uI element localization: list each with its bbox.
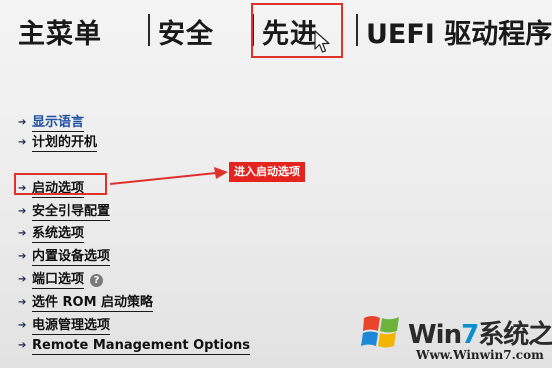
mouse-pointer-icon: [314, 30, 330, 53]
windows-logo-icon: [361, 316, 399, 348]
tab-divider: [148, 14, 150, 46]
menu-item-label: 选件 ROM 启动策略: [32, 295, 154, 312]
arrow-right-icon: ➔: [18, 320, 27, 331]
menu-item-label: 显示语言: [32, 115, 85, 132]
menu-item-label: Remote Management Options: [32, 338, 251, 355]
arrow-right-icon: ➔: [18, 137, 27, 148]
menu-item-port-options[interactable]: ➔ 端口选项?: [18, 268, 104, 289]
tab-divider: [356, 14, 358, 46]
watermark: Win7系统之家 Www.Winwin7.com: [356, 300, 552, 368]
menu-item-label: 电源管理选项: [32, 318, 111, 335]
tab-security[interactable]: 安全: [158, 12, 214, 51]
arrow-right-icon: ➔: [18, 117, 27, 128]
menu-item-label: 系统选项: [32, 226, 85, 243]
menu-item-display-language[interactable]: ➔ 显示语言: [18, 111, 85, 132]
tab-uefi-drivers[interactable]: UEFI 驱动程序: [366, 12, 552, 51]
menu-item-label: 计划的开机: [32, 135, 98, 152]
menu-item-secure-boot-config[interactable]: ➔ 安全引导配置: [18, 200, 111, 221]
annotation-label: 进入启动选项: [229, 162, 305, 182]
watermark-url: Www.Winwin7.com: [416, 348, 544, 362]
arrow-right-icon: ➔: [18, 206, 27, 217]
menu-item-label: 端口选项: [32, 272, 85, 289]
arrow-right-icon: ➔: [18, 274, 27, 285]
arrow-right-icon: ➔: [18, 228, 27, 239]
menu-item-label: 内置设备选项: [32, 249, 111, 266]
menu-item-power-management-options[interactable]: ➔ 电源管理选项: [18, 314, 111, 335]
menu-item-built-in-device-options[interactable]: ➔ 内置设备选项: [18, 245, 111, 266]
menu-item-scheduled-power-on[interactable]: ➔ 计划的开机: [18, 131, 98, 152]
menu-item-label: 安全引导配置: [32, 204, 111, 221]
tab-main[interactable]: 主菜单: [18, 12, 102, 51]
annotation-arrow-icon: [110, 167, 228, 185]
arrow-right-icon: ➔: [18, 251, 27, 262]
menu-item-system-options[interactable]: ➔ 系统选项: [18, 222, 85, 243]
boot-options-highlight-box: [14, 173, 107, 195]
watermark-brand: Win7系统之家: [408, 320, 552, 350]
menu-item-remote-management-options[interactable]: ➔ Remote Management Options: [18, 338, 251, 355]
tab-bar: 主菜单 安全 先进 UEFI 驱动程序: [0, 0, 552, 60]
arrow-right-icon: ➔: [18, 297, 27, 308]
menu-item-option-rom-launch-policy[interactable]: ➔ 选件 ROM 启动策略: [18, 291, 154, 312]
arrow-right-icon: ➔: [18, 340, 27, 351]
help-icon[interactable]: ?: [90, 274, 104, 287]
